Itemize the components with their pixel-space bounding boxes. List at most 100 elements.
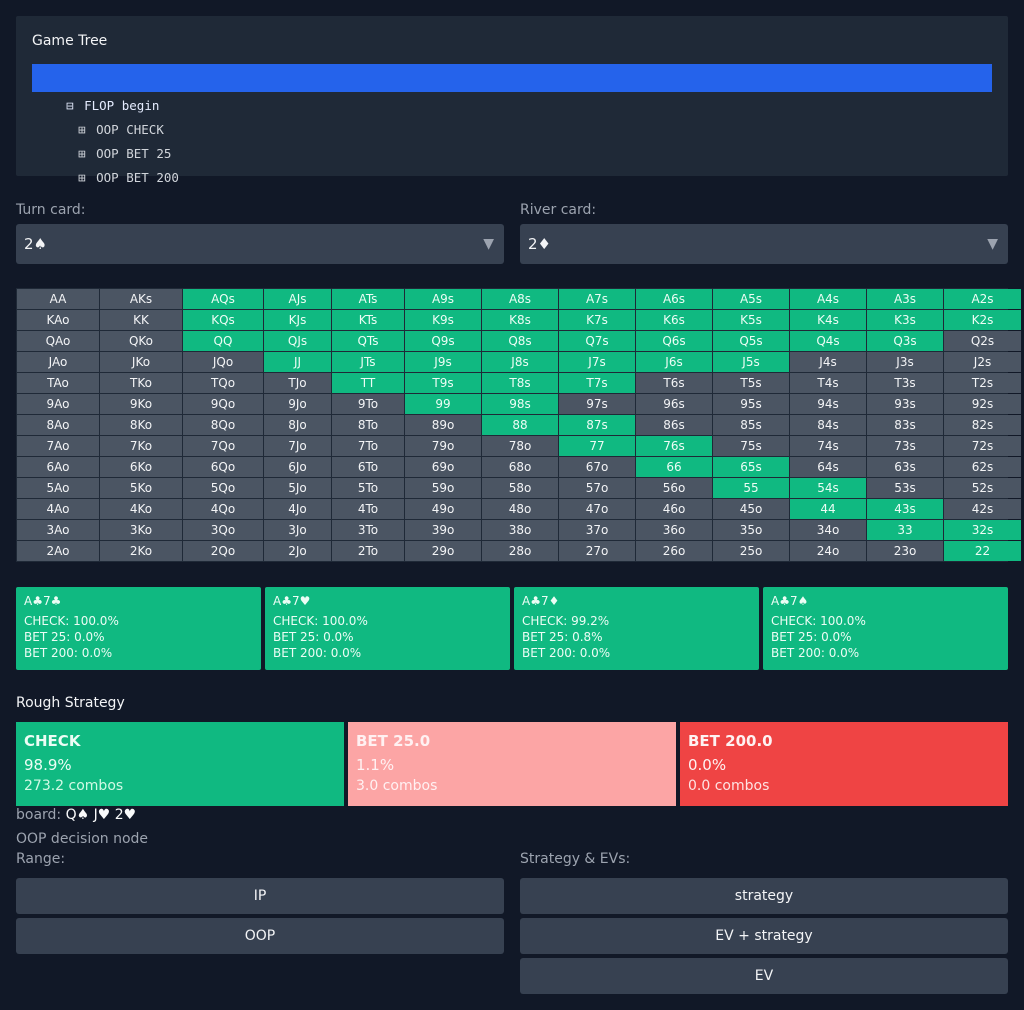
hand-cell[interactable]: 74s bbox=[790, 436, 866, 456]
hand-cell[interactable]: J3s bbox=[867, 352, 943, 372]
hand-cell[interactable]: 96s bbox=[636, 394, 712, 414]
hand-cell[interactable]: 82s bbox=[944, 415, 1021, 435]
hand-cell[interactable]: AA bbox=[17, 289, 99, 309]
hand-cell[interactable]: TQo bbox=[183, 373, 263, 393]
hand-cell[interactable]: 6Jo bbox=[264, 457, 331, 477]
hand-cell[interactable]: 8Ao bbox=[17, 415, 99, 435]
hand-cell[interactable]: 8Jo bbox=[264, 415, 331, 435]
hand-cell[interactable]: 4To bbox=[332, 499, 404, 519]
hand-cell[interactable]: 87s bbox=[559, 415, 635, 435]
hand-cell[interactable]: 53s bbox=[867, 478, 943, 498]
hand-cell[interactable]: 4Ko bbox=[100, 499, 182, 519]
hand-cell[interactable]: 66 bbox=[636, 457, 712, 477]
hand-cell[interactable]: 3Ko bbox=[100, 520, 182, 540]
hand-cell[interactable]: 83s bbox=[867, 415, 943, 435]
hand-cell[interactable]: 45o bbox=[713, 499, 789, 519]
hand-cell[interactable]: 34o bbox=[790, 520, 866, 540]
hand-cell[interactable]: 63s bbox=[867, 457, 943, 477]
hand-cell[interactable]: 32s bbox=[944, 520, 1021, 540]
hand-cell[interactable]: K2s bbox=[944, 310, 1021, 330]
hand-cell[interactable]: 24o bbox=[790, 541, 866, 561]
expand-icon[interactable]: ⊞ bbox=[78, 164, 96, 192]
hand-cell[interactable]: 6Qo bbox=[183, 457, 263, 477]
hand-cell[interactable]: 86s bbox=[636, 415, 712, 435]
hand-cell[interactable]: 23o bbox=[867, 541, 943, 561]
hand-cell[interactable]: 3Jo bbox=[264, 520, 331, 540]
hand-cell[interactable]: TAo bbox=[17, 373, 99, 393]
range-ip-button[interactable]: IP bbox=[16, 878, 504, 914]
hand-cell[interactable]: 2To bbox=[332, 541, 404, 561]
hand-cell[interactable]: 69o bbox=[405, 457, 481, 477]
hand-cell[interactable]: 56o bbox=[636, 478, 712, 498]
hand-cell[interactable]: 55 bbox=[713, 478, 789, 498]
range-oop-button[interactable]: OOP bbox=[16, 918, 504, 954]
hand-cell[interactable]: 27o bbox=[559, 541, 635, 561]
hand-cell[interactable]: 5Ao bbox=[17, 478, 99, 498]
hand-cell[interactable]: Q5s bbox=[713, 331, 789, 351]
hand-cell[interactable]: T7s bbox=[559, 373, 635, 393]
strategy-bet200-card[interactable]: BET 200.0 0.0% 0.0 combos bbox=[680, 722, 1008, 806]
hand-cell[interactable]: J9s bbox=[405, 352, 481, 372]
hand-cell[interactable]: ATs bbox=[332, 289, 404, 309]
hand-cell[interactable]: JQo bbox=[183, 352, 263, 372]
hand-cell[interactable]: 2Ko bbox=[100, 541, 182, 561]
hand-cell[interactable]: 58o bbox=[482, 478, 558, 498]
hand-cell[interactable]: 39o bbox=[405, 520, 481, 540]
hand-cell[interactable]: QKo bbox=[100, 331, 182, 351]
hand-cell[interactable]: 44 bbox=[790, 499, 866, 519]
hand-cell[interactable]: 57o bbox=[559, 478, 635, 498]
hand-cell[interactable]: TJo bbox=[264, 373, 331, 393]
hand-cell[interactable]: 99 bbox=[405, 394, 481, 414]
hand-cell[interactable]: 6Ko bbox=[100, 457, 182, 477]
hand-cell[interactable]: A3s bbox=[867, 289, 943, 309]
hand-cell[interactable]: Q7s bbox=[559, 331, 635, 351]
hand-cell[interactable]: K9s bbox=[405, 310, 481, 330]
hand-cell[interactable]: 9Ko bbox=[100, 394, 182, 414]
combo-card[interactable]: A♣7♣ CHECK: 100.0% BET 25: 0.0% BET 200:… bbox=[16, 587, 261, 670]
hand-cell[interactable]: T6s bbox=[636, 373, 712, 393]
hand-cell[interactable]: 46o bbox=[636, 499, 712, 519]
hand-cell[interactable]: KJs bbox=[264, 310, 331, 330]
combo-card[interactable]: A♣7♠ CHECK: 100.0% BET 25: 0.0% BET 200:… bbox=[763, 587, 1008, 670]
hand-cell[interactable]: 85s bbox=[713, 415, 789, 435]
tree-node-oop-bet-200[interactable]: ⊞ OOP BET 200 bbox=[32, 136, 992, 185]
hand-cell[interactable]: J6s bbox=[636, 352, 712, 372]
hand-cell[interactable]: 93s bbox=[867, 394, 943, 414]
hand-cell[interactable]: A7s bbox=[559, 289, 635, 309]
hand-cell[interactable]: K4s bbox=[790, 310, 866, 330]
hand-cell[interactable]: A8s bbox=[482, 289, 558, 309]
hand-cell[interactable]: 8To bbox=[332, 415, 404, 435]
strategy-button[interactable]: strategy bbox=[520, 878, 1008, 914]
hand-cell[interactable]: 26o bbox=[636, 541, 712, 561]
hand-cell[interactable]: 4Qo bbox=[183, 499, 263, 519]
hand-cell[interactable]: 7Jo bbox=[264, 436, 331, 456]
hand-cell[interactable]: A5s bbox=[713, 289, 789, 309]
hand-cell[interactable]: 95s bbox=[713, 394, 789, 414]
hand-cell[interactable]: K7s bbox=[559, 310, 635, 330]
hand-cell[interactable]: 52s bbox=[944, 478, 1021, 498]
combo-card[interactable]: A♣7♥ CHECK: 100.0% BET 25: 0.0% BET 200:… bbox=[265, 587, 510, 670]
hand-cell[interactable]: 94s bbox=[790, 394, 866, 414]
hand-cell[interactable]: K8s bbox=[482, 310, 558, 330]
hand-cell[interactable]: KQs bbox=[183, 310, 263, 330]
hand-cell[interactable]: 35o bbox=[713, 520, 789, 540]
hand-cell[interactable]: Q2s bbox=[944, 331, 1021, 351]
hand-cell[interactable]: T2s bbox=[944, 373, 1021, 393]
hand-cell[interactable]: 88 bbox=[482, 415, 558, 435]
hand-cell[interactable]: J7s bbox=[559, 352, 635, 372]
hand-cell[interactable]: A2s bbox=[944, 289, 1021, 309]
hand-cell[interactable]: A6s bbox=[636, 289, 712, 309]
hand-cell[interactable]: 72s bbox=[944, 436, 1021, 456]
hand-cell[interactable]: 25o bbox=[713, 541, 789, 561]
hand-cell[interactable]: J8s bbox=[482, 352, 558, 372]
hand-cell[interactable]: 68o bbox=[482, 457, 558, 477]
hand-cell[interactable]: 43s bbox=[867, 499, 943, 519]
hand-cell[interactable]: 8Ko bbox=[100, 415, 182, 435]
ev-button[interactable]: EV bbox=[520, 958, 1008, 994]
hand-cell[interactable]: 42s bbox=[944, 499, 1021, 519]
hand-cell[interactable]: K6s bbox=[636, 310, 712, 330]
hand-cell[interactable]: 9Qo bbox=[183, 394, 263, 414]
hand-cell[interactable]: 98s bbox=[482, 394, 558, 414]
ev-strategy-button[interactable]: EV + strategy bbox=[520, 918, 1008, 954]
hand-cell[interactable]: 33 bbox=[867, 520, 943, 540]
